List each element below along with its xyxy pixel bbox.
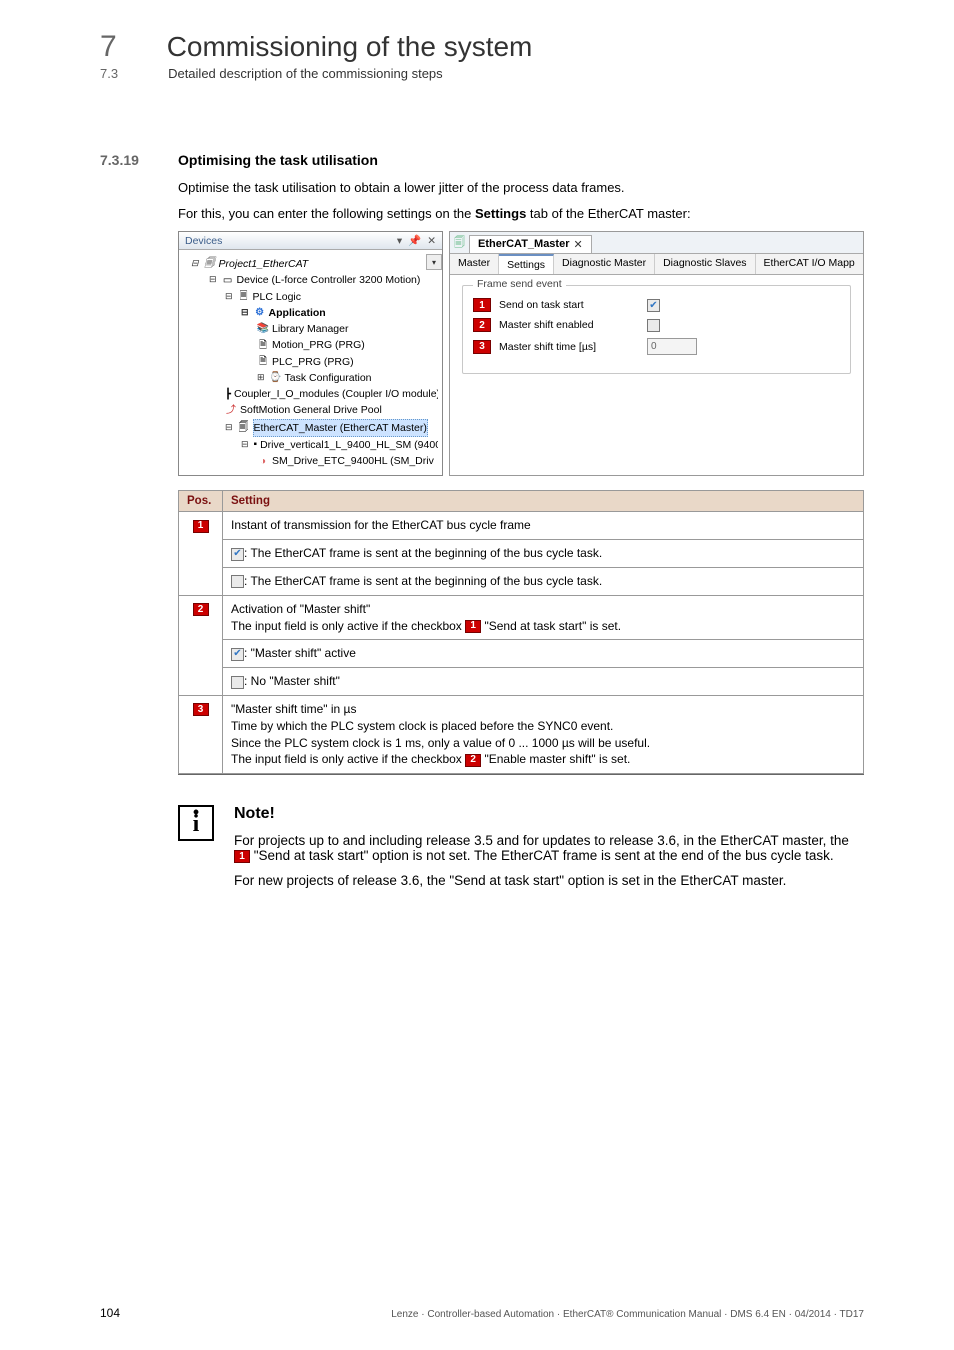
table-cell: ✔: "Master shift" active bbox=[223, 640, 864, 668]
checkbox-master-shift-enabled[interactable] bbox=[647, 319, 660, 332]
callout-1-icon: 1 bbox=[193, 520, 209, 533]
tree-softmotion-pool[interactable]: ⤴SoftMotion General Drive Pool bbox=[181, 402, 438, 418]
tree-application[interactable]: ⚙Application bbox=[181, 305, 438, 321]
subsection-title: Optimising the task utilisation bbox=[178, 152, 378, 168]
paragraph: For this, you can enter the following se… bbox=[178, 204, 864, 224]
tab-diagnostic-master[interactable]: Diagnostic Master bbox=[554, 254, 655, 274]
tree-ethercat-master[interactable]: 🗐EtherCAT_Master (EtherCAT Master) bbox=[181, 419, 438, 437]
note-divider bbox=[178, 774, 864, 775]
note-title: Note! bbox=[234, 805, 864, 823]
file-icon: 🗐 bbox=[454, 234, 465, 253]
note-paragraph: For new projects of release 3.6, the "Se… bbox=[234, 873, 864, 888]
callout-2-icon: 2 bbox=[473, 318, 491, 332]
tree-plc-logic[interactable]: 🗏PLC Logic bbox=[181, 289, 438, 305]
paragraph: Optimise the task utilisation to obtain … bbox=[178, 178, 864, 198]
callout-1-ref-icon: 1 bbox=[465, 620, 481, 633]
tree-task-config[interactable]: ⌚Task Configuration bbox=[181, 370, 438, 386]
devices-title: Devices bbox=[185, 235, 222, 247]
callout-3-icon: 3 bbox=[473, 340, 491, 354]
note-paragraph: For projects up to and including release… bbox=[234, 833, 864, 863]
callout-3-icon: 3 bbox=[193, 703, 209, 716]
table-cell: : The EtherCAT frame is sent at the begi… bbox=[223, 568, 864, 596]
tree-project[interactable]: 🗐Project1_EtherCAT bbox=[181, 256, 438, 272]
chevron-down-icon[interactable]: ▾ bbox=[397, 235, 402, 247]
callout-1-ref-icon: 1 bbox=[234, 850, 250, 863]
screenshot: Devices ▾ 📌 ✕ ▾ 🗐Project1_EtherCAT ▭Devi… bbox=[178, 231, 864, 476]
groupbox-legend: Frame send event bbox=[473, 278, 566, 290]
tab-diagnostic-slaves[interactable]: Diagnostic Slaves bbox=[655, 254, 755, 274]
subsection-number: 7.3.19 bbox=[100, 152, 144, 168]
table-cell: ✔: The EtherCAT frame is sent at the beg… bbox=[223, 540, 864, 568]
tree-motion-prg[interactable]: 🗎Motion_PRG (PRG) bbox=[181, 337, 438, 353]
tab-settings[interactable]: Settings bbox=[499, 254, 554, 274]
table-cell: : No "Master shift" bbox=[223, 668, 864, 696]
col-setting: Setting bbox=[223, 491, 864, 512]
tree-drive[interactable]: ▪Drive_vertical1_L_9400_HL_SM (9400 I bbox=[181, 437, 438, 453]
callout-2-ref-icon: 2 bbox=[465, 754, 481, 767]
device-tree: 🗐Project1_EtherCAT ▭Device (L-force Cont… bbox=[179, 250, 442, 475]
divider: _ _ _ _ _ _ _ _ _ _ _ _ _ _ _ _ _ _ _ _ … bbox=[100, 111, 864, 112]
tab-master[interactable]: Master bbox=[450, 254, 499, 274]
page-number: 104 bbox=[100, 1306, 120, 1320]
tree-library-manager[interactable]: 📚Library Manager bbox=[181, 321, 438, 337]
dropdown-arrow-icon[interactable]: ▾ bbox=[426, 254, 442, 270]
callout-1-icon: 1 bbox=[473, 298, 491, 312]
callout-2-icon: 2 bbox=[193, 603, 209, 616]
tree-device[interactable]: ▭Device (L-force Controller 3200 Motion) bbox=[181, 272, 438, 288]
tree-coupler[interactable]: ┣Coupler_I_O_modules (Coupler I/O module… bbox=[181, 386, 438, 402]
info-icon: i• bbox=[178, 805, 214, 841]
chapter-number: 7 bbox=[100, 30, 117, 64]
settings-table: Pos. Setting 1 Instant of transmission f… bbox=[178, 490, 864, 774]
tree-sm-drive[interactable]: ◑SM_Drive_ETC_9400HL (SM_Driv bbox=[181, 453, 438, 469]
table-cell: Activation of "Master shift" The input f… bbox=[223, 595, 864, 640]
file-tab-ethercat-master[interactable]: EtherCAT_Master ✕ bbox=[469, 235, 592, 253]
checkbox-checked-icon: ✔ bbox=[231, 648, 244, 661]
master-shift-time-input[interactable] bbox=[647, 338, 697, 355]
checkbox-send-on-task-start[interactable]: ✔ bbox=[647, 299, 660, 312]
editor-panel: 🗐 EtherCAT_Master ✕ Master Settings Diag… bbox=[449, 231, 864, 476]
checkbox-unchecked-icon bbox=[231, 676, 244, 689]
section-number: 7.3 bbox=[100, 66, 118, 81]
checkbox-unchecked-icon bbox=[231, 575, 244, 588]
label-send-on-task-start: Send on task start bbox=[499, 299, 639, 311]
checkbox-checked-icon: ✔ bbox=[231, 548, 244, 561]
devices-panel: Devices ▾ 📌 ✕ ▾ 🗐Project1_EtherCAT ▭Devi… bbox=[178, 231, 443, 476]
close-icon[interactable]: ✕ bbox=[427, 235, 436, 247]
col-pos: Pos. bbox=[179, 491, 223, 512]
close-tab-icon[interactable]: ✕ bbox=[574, 238, 583, 251]
table-cell: Instant of transmission for the EtherCAT… bbox=[223, 512, 864, 540]
label-master-shift-time: Master shift time [µs] bbox=[499, 341, 639, 353]
chapter-title: Commissioning of the system bbox=[167, 31, 533, 63]
label-master-shift-enabled: Master shift enabled bbox=[499, 319, 639, 331]
section-title: Detailed description of the commissionin… bbox=[168, 66, 443, 81]
tab-ethercat-io-mapping[interactable]: EtherCAT I/O Mapp bbox=[756, 254, 863, 274]
table-cell: "Master shift time" in µs Time by which … bbox=[223, 696, 864, 774]
frame-send-event-group: Frame send event 1 Send on task start ✔ … bbox=[462, 285, 851, 374]
footer-text: Lenze · Controller-based Automation · Et… bbox=[391, 1309, 864, 1320]
tree-plc-prg[interactable]: 🗎PLC_PRG (PRG) bbox=[181, 354, 438, 370]
pin-icon[interactable]: 📌 bbox=[408, 234, 421, 247]
